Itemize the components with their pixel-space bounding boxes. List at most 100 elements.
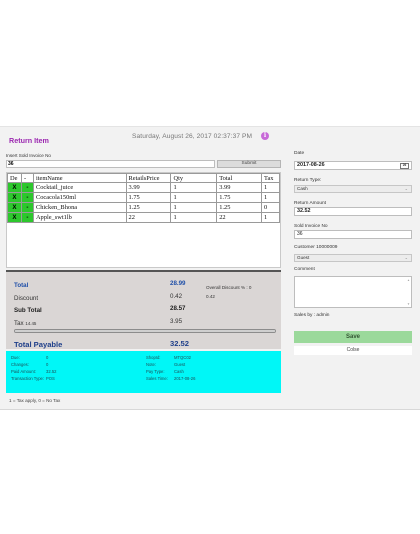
overall-discount-value: 0.42 — [206, 294, 215, 299]
row-select-cell[interactable]: - — [20, 202, 34, 213]
scroll-down-icon[interactable]: ▼ — [407, 302, 410, 306]
column-header-select: - — [20, 173, 34, 183]
column-header-delete: De — [7, 173, 22, 183]
save-button[interactable]: Save — [294, 331, 412, 343]
comment-textarea[interactable]: ▲ ▼ — [294, 276, 412, 308]
tax-value: 3.95 — [170, 318, 183, 325]
qty-cell[interactable]: 1 — [170, 182, 218, 193]
totals-summary: Total 28.99 Overall Discount % : 0 0.42 … — [6, 270, 281, 349]
discount-value: 0.42 — [170, 293, 183, 300]
tax-rate: 14.45 — [25, 321, 37, 326]
calendar-icon[interactable]: 26 — [400, 163, 409, 169]
payment-progress-fill — [15, 330, 275, 332]
date-label: Date — [294, 151, 305, 156]
changes-label: Changes: — [11, 362, 29, 367]
subtotal-label: Sub Total — [14, 307, 42, 314]
invoice-input[interactable]: 36 — [6, 160, 215, 168]
paid-amount-value: 32.52 — [46, 369, 57, 374]
right-panel: Date 2017-08-26 26 Return Type: Cash ⌄ R… — [292, 127, 414, 409]
return-amount-field[interactable]: 32.52 — [294, 207, 412, 216]
paid-amount-label: Paid Amount: — [11, 369, 36, 374]
changes-value: 0 — [46, 362, 49, 367]
row-select-cell[interactable]: - — [20, 212, 34, 223]
comment-label: Comment — [294, 267, 315, 272]
customer-label: Customer 10000009 — [294, 245, 338, 250]
item-name-cell: Cocacola150ml — [32, 192, 127, 203]
transaction-type-value: POS — [46, 376, 55, 381]
total-payable-value: 32.52 — [170, 339, 190, 348]
row-select-cell[interactable]: - — [20, 192, 34, 203]
items-grid: De - itemName RetailsPrice Qty Total Tax… — [6, 172, 281, 268]
note-label: Note: — [146, 362, 157, 367]
total-cell: 3.99 — [216, 182, 262, 193]
table-header-row: De - itemName RetailsPrice Qty Total Tax — [7, 173, 280, 183]
delete-icon[interactable]: X — [7, 192, 22, 203]
date-picker[interactable]: 2017-08-26 26 — [294, 161, 412, 170]
qty-cell[interactable]: 1 — [170, 192, 218, 203]
table-row[interactable]: X - Chicken_Bhona 1.25 1 1.25 0 — [7, 202, 280, 213]
tax-cell: 1 — [260, 212, 280, 223]
shop-id-value: MTQC02 — [174, 355, 191, 360]
due-label: Due: — [11, 355, 20, 360]
customer-value: Guest — [297, 255, 310, 260]
date-value: 2017-08-26 — [297, 162, 325, 168]
overall-discount-label: Overall Discount % : 0 — [206, 285, 252, 290]
total-cell: 1.75 — [216, 192, 262, 203]
total-cell: 1.25 — [216, 202, 262, 213]
return-amount-label: Return Amount — [294, 201, 326, 206]
pay-type-label: Pay Type: — [146, 369, 165, 374]
sold-invoice-label: Sold Invoice No — [294, 224, 328, 229]
table-row[interactable]: X - Apple_swt1lb 22 1 22 1 — [7, 212, 280, 223]
item-name-cell: Apple_swt1lb — [32, 212, 127, 223]
datetime-display: Saturday, August 26, 2017 02:37:37 PM — [132, 133, 253, 140]
return-type-select[interactable]: Cash ⌄ — [294, 185, 412, 193]
tax-label-row: Tax 14.45 — [14, 320, 36, 327]
sales-time-label: Sales Time: — [146, 376, 168, 381]
price-cell[interactable]: 1.75 — [125, 192, 172, 203]
table-row[interactable]: X - Cocktail_juice 3.99 1 3.99 1 — [7, 182, 280, 193]
customer-select[interactable]: Guest ⌄ — [294, 254, 412, 262]
return-type-value: Cash — [297, 186, 308, 191]
total-cell: 22 — [216, 212, 262, 223]
subtotal-value: 28.57 — [170, 305, 186, 312]
table-row[interactable]: X - Cocacola150ml 1.75 1 1.75 1 — [7, 192, 280, 203]
column-header-qty: Qty — [170, 173, 218, 183]
scroll-up-icon[interactable]: ▲ — [407, 278, 410, 282]
total-payable-label: Total Payable — [14, 340, 63, 349]
pay-type-value: Cash — [174, 369, 184, 374]
delete-icon[interactable]: X — [7, 202, 22, 213]
due-value: 0 — [46, 355, 49, 360]
info-icon[interactable]: i — [261, 132, 269, 140]
column-header-price: RetailsPrice — [125, 173, 172, 183]
qty-cell[interactable]: 1 — [170, 202, 218, 213]
transaction-type-label: Transaction Type: — [11, 376, 45, 381]
price-cell[interactable]: 1.25 — [125, 202, 172, 213]
column-header-total: Total — [216, 173, 262, 183]
chevron-down-icon: ⌄ — [404, 186, 408, 191]
item-name-cell: Cocktail_juice — [32, 182, 127, 193]
price-cell[interactable]: 3.99 — [125, 182, 172, 193]
delete-icon[interactable]: X — [7, 182, 22, 193]
payment-progress-bar — [14, 329, 276, 333]
item-name-cell: Chicken_Bhona — [32, 202, 127, 213]
submit-button[interactable]: Submit — [217, 160, 281, 168]
sales-time-value: 2017-08-26 — [174, 376, 196, 381]
left-panel: Return Item Saturday, August 26, 2017 02… — [0, 127, 286, 409]
shop-id-label: ShopId: — [146, 355, 161, 360]
column-header-item-name: itemName — [32, 173, 127, 183]
chevron-down-icon: ⌄ — [404, 255, 408, 260]
column-header-tax: Tax — [260, 173, 280, 183]
row-select-cell[interactable]: - — [20, 182, 34, 193]
total-value: 28.99 — [170, 280, 186, 287]
discount-label: Discount — [14, 295, 39, 302]
tax-legend: 1 = Tax apply, 0 = No Tax — [9, 398, 61, 403]
qty-cell[interactable]: 1 — [170, 212, 218, 223]
page-title: Return Item — [9, 136, 49, 145]
close-button[interactable]: Colse — [294, 346, 412, 355]
delete-icon[interactable]: X — [7, 212, 22, 223]
sold-invoice-field[interactable]: 36 — [294, 230, 412, 239]
tax-cell: 1 — [260, 182, 280, 193]
tax-label: Tax — [14, 320, 24, 327]
price-cell[interactable]: 22 — [125, 212, 172, 223]
total-label: Total — [14, 282, 29, 289]
